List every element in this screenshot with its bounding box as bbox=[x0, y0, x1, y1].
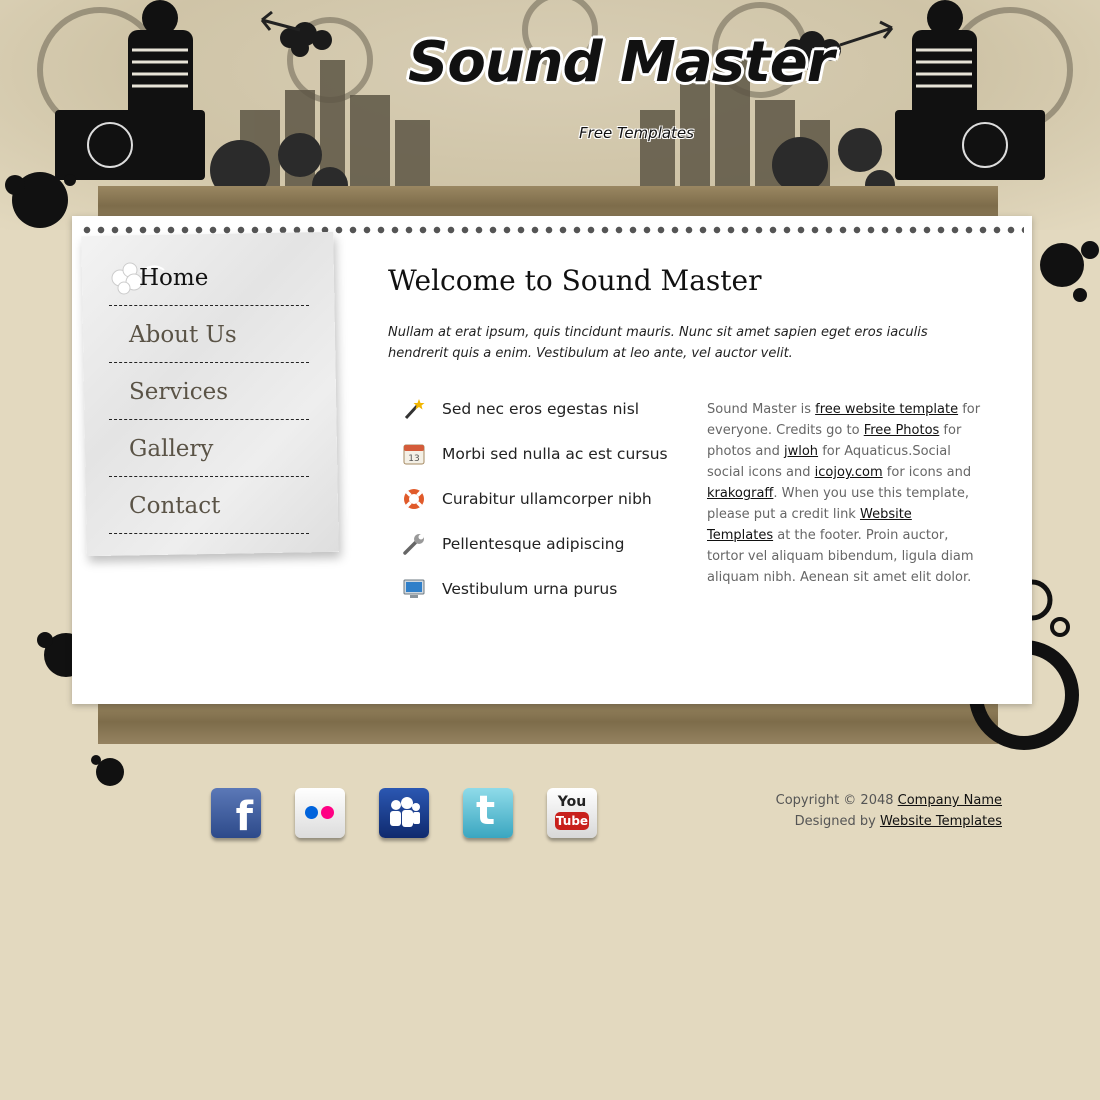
feature-text: Pellentesque adipiscing bbox=[442, 535, 625, 553]
youtube-glyph-bottom: Tube bbox=[555, 812, 589, 830]
designed-by-text: Designed by bbox=[794, 814, 880, 829]
jwloh-link[interactable]: jwloh bbox=[784, 444, 818, 459]
flickr-icon bbox=[295, 788, 345, 838]
nav-item-about-us[interactable]: About Us bbox=[109, 307, 309, 363]
icojoy-link[interactable]: icojoy.com bbox=[815, 465, 883, 480]
nav-item-contact[interactable]: Contact bbox=[109, 478, 309, 534]
youtube-glyph-top: You bbox=[557, 794, 587, 810]
facebook-glyph: f bbox=[235, 794, 253, 840]
nav-item-label: Services bbox=[129, 379, 229, 405]
youtube-button[interactable]: You Tube bbox=[547, 788, 597, 844]
free-photos-link[interactable]: Free Photos bbox=[864, 423, 940, 438]
nav-item-gallery[interactable]: Gallery bbox=[109, 421, 309, 477]
flickr-button[interactable] bbox=[295, 788, 345, 844]
calendar-icon: 13 bbox=[403, 444, 425, 465]
nav-item-label: Home bbox=[139, 265, 209, 291]
feature-text: Vestibulum urna purus bbox=[442, 580, 618, 598]
credits-text: Sound Master is bbox=[707, 402, 816, 417]
feature-text: Sed nec eros egestas nisl bbox=[442, 400, 640, 418]
free-website-template-link[interactable]: free website template bbox=[815, 402, 958, 417]
lifebuoy-icon bbox=[404, 489, 424, 509]
intro-paragraph: Nullam at erat ipsum, quis tincidunt mau… bbox=[388, 325, 928, 361]
facebook-icon: f bbox=[211, 788, 261, 840]
calendar-day: 13 bbox=[408, 454, 419, 464]
footer-website-templates-link[interactable]: Website Templates bbox=[880, 814, 1002, 829]
nav-item-label: About Us bbox=[129, 322, 237, 348]
twitter-glyph: t bbox=[476, 788, 496, 834]
nav-item-label: Contact bbox=[129, 493, 221, 519]
credits-text: for icons and bbox=[882, 465, 972, 480]
page-title: Welcome to Sound Master bbox=[388, 264, 762, 297]
nav-item-label: Gallery bbox=[129, 436, 214, 462]
company-name-link[interactable]: Company Name bbox=[898, 793, 1002, 808]
facebook-button[interactable]: f bbox=[211, 788, 261, 844]
youtube-icon: You Tube bbox=[547, 788, 597, 838]
myspace-icon bbox=[379, 788, 429, 838]
monitor-icon bbox=[403, 579, 425, 598]
krakograff-link[interactable]: krakograff bbox=[707, 486, 773, 501]
credits-paragraph: Sound Master is free website template fo… bbox=[707, 399, 982, 588]
twitter-button[interactable]: t bbox=[463, 788, 513, 844]
magic-wand-icon bbox=[404, 399, 425, 420]
wrench-icon bbox=[403, 534, 424, 555]
twitter-icon: t bbox=[463, 788, 513, 838]
nav-item-home[interactable]: Home bbox=[109, 250, 309, 306]
feature-text: Curabitur ullamcorper nibh bbox=[442, 490, 652, 508]
footer-copyright: Copyright © 2048 Company Name Designed b… bbox=[702, 790, 1002, 832]
myspace-button[interactable] bbox=[379, 788, 429, 844]
copyright-text: Copyright © 2048 bbox=[775, 793, 898, 808]
nav-item-services[interactable]: Services bbox=[109, 364, 309, 420]
feature-text: Morbi sed nulla ac est cursus bbox=[442, 445, 668, 463]
